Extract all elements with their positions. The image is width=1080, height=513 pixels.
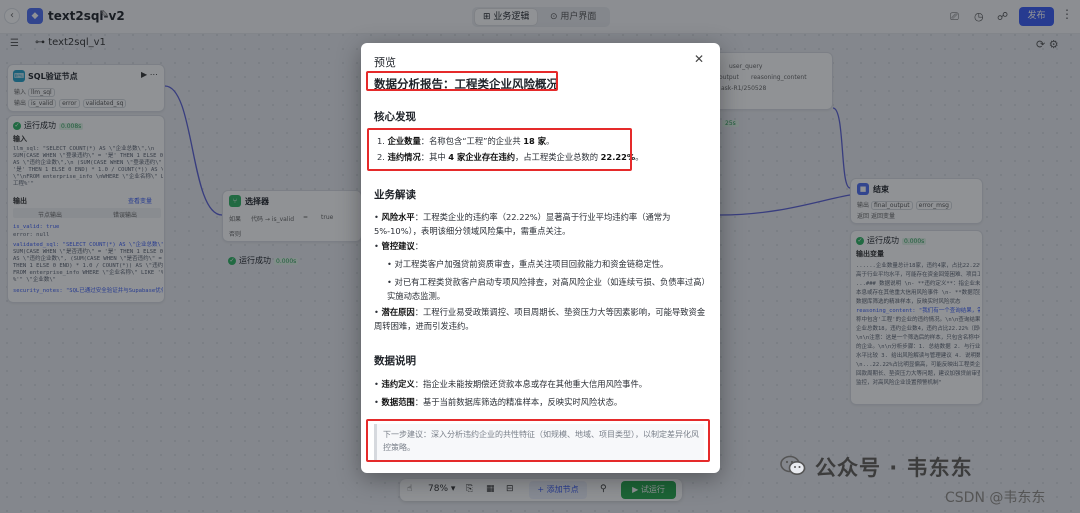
interpretation-subitem-2: • 对已有工程类贷款客户启动专项风险排查，对高风险企业（如连续亏损、负债率过高）… bbox=[387, 277, 706, 301]
section-heading-interpretation: 业务解读 bbox=[374, 189, 416, 201]
highlight-box-title bbox=[366, 71, 558, 91]
interpretation-subitem-1: • 对工程类客户加强贷前资质审查，重点关注项目回款能力和资金链稳定性。 bbox=[387, 259, 669, 269]
modal-title: 预览 bbox=[374, 56, 396, 69]
interpretation-item-2: • 管控建议： bbox=[374, 241, 424, 251]
preview-modal: 预览 ✕ 数据分析报告：工程类企业风险概况 核心发现 1. 企业数量：名称包含“… bbox=[361, 43, 720, 473]
section-heading-findings: 核心发现 bbox=[374, 111, 416, 123]
close-icon[interactable]: ✕ bbox=[694, 52, 704, 66]
interpretation-item-1: • 风险水平：工程类企业的违约率（22.22%）显著高于行业平均违约率（通常为 … bbox=[374, 212, 671, 236]
interpretation-item-3: • 潜在原因：工程行业易受政策调控、项目周期长、垫资压力大等因素影响，可能导致资… bbox=[374, 307, 706, 331]
wechat-watermark: 公众号 · 韦东东 bbox=[815, 456, 973, 480]
wechat-logo-icon bbox=[780, 455, 806, 477]
data-note-item-2: • 数据范围：基于当前数据库筛选的精准样本，反映实时风险状态。 bbox=[374, 397, 623, 407]
highlight-box-next-step bbox=[366, 419, 710, 462]
section-heading-data-notes: 数据说明 bbox=[374, 355, 416, 367]
csdn-watermark: CSDN @韦东东 bbox=[945, 490, 1046, 506]
highlight-box-findings bbox=[367, 128, 632, 171]
data-note-item-1: • 违约定义：指企业未能按期偿还贷款本息或存在其他重大信用风险事件。 bbox=[374, 379, 648, 389]
